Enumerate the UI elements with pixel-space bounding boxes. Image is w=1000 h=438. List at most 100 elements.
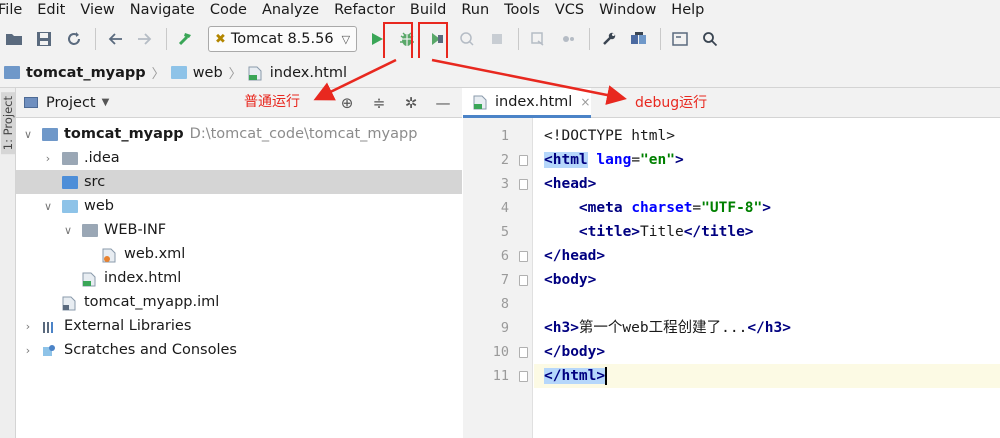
tree-item-src[interactable]: src: [16, 170, 462, 194]
forward-arrow-icon[interactable]: [133, 27, 157, 51]
vcs-icon[interactable]: [556, 27, 580, 51]
code-editor[interactable]: <!DOCTYPE html> <html lang="en"> <head> …: [534, 118, 1000, 438]
menu-navigate[interactable]: Navigate: [123, 0, 203, 20]
line-number: 1: [500, 128, 509, 144]
close-icon[interactable]: ×: [580, 95, 590, 109]
terminal-icon[interactable]: [668, 27, 692, 51]
breadcrumb-project[interactable]: tomcat_myapp: [4, 65, 146, 81]
menu-window[interactable]: Window: [592, 0, 664, 20]
tree-item-scratches[interactable]: › Scratches and Consoles: [16, 338, 462, 362]
line-number: 5: [500, 224, 509, 240]
breadcrumb-file[interactable]: 〉 index.html: [223, 63, 347, 83]
tab-index-html[interactable]: index.html ×: [463, 88, 591, 118]
line-number: 11: [492, 368, 509, 384]
dropdown-triangle-icon: ▼: [101, 97, 110, 108]
scratches-icon: [42, 344, 58, 357]
toolbar-separator: [589, 28, 591, 50]
tree-item-iml[interactable]: tomcat_myapp.iml: [16, 290, 462, 314]
tree-item-external-libraries[interactable]: › External Libraries: [16, 314, 462, 338]
project-structure-icon[interactable]: [627, 27, 651, 51]
fold-marker-icon[interactable]: [519, 251, 528, 262]
breadcrumb-chevron-icon: 〉: [228, 67, 242, 82]
tree-item-web-xml[interactable]: web.xml: [16, 242, 462, 266]
html-file-icon: [82, 272, 98, 286]
tree-item-project-root[interactable]: ∨ tomcat_myapp D:\tomcat_code\tomcat_mya…: [16, 122, 462, 146]
line-number: 3: [500, 176, 509, 192]
collapse-arrow-icon[interactable]: ›: [22, 344, 34, 357]
open-folder-icon[interactable]: [2, 27, 26, 51]
fold-marker-icon[interactable]: [519, 371, 528, 382]
tree-item-web[interactable]: ∨ web: [16, 194, 462, 218]
menu-run[interactable]: Run: [454, 0, 497, 20]
menu-tools[interactable]: Tools: [497, 0, 548, 20]
locate-target-icon[interactable]: ⊕: [336, 92, 358, 114]
text-caret: [605, 367, 608, 385]
line-number: 4: [500, 200, 509, 216]
project-panel-header: Project ▼ 普通运行 ⊕ ≑ ✲ —: [16, 88, 462, 118]
collapse-arrow-icon[interactable]: ›: [42, 152, 54, 165]
code-line-1: <!DOCTYPE html>: [544, 128, 675, 144]
menu-file[interactable]: File: [0, 0, 30, 20]
fold-marker-icon[interactable]: [519, 155, 528, 166]
menu-build[interactable]: Build: [403, 0, 454, 20]
xml-file-icon: [102, 248, 118, 262]
expand-arrow-icon[interactable]: ∨: [22, 128, 34, 141]
fold-marker-icon[interactable]: [519, 179, 528, 190]
expand-arrow-icon[interactable]: ∨: [42, 200, 54, 213]
sync-icon[interactable]: [62, 27, 86, 51]
toolbar-separator: [95, 28, 96, 50]
menu-help[interactable]: Help: [664, 0, 712, 20]
project-tool-window-button[interactable]: 1: Project: [1, 92, 15, 155]
project-folder-icon: [4, 66, 20, 79]
main-toolbar: ✖ Tomcat 8.5.56 ▽: [0, 20, 1000, 58]
menu-refactor[interactable]: Refactor: [327, 0, 403, 20]
expand-arrow-icon[interactable]: ∨: [62, 224, 74, 237]
run-configuration-label: Tomcat 8.5.56: [230, 31, 334, 47]
tree-item-web-inf[interactable]: ∨ WEB-INF: [16, 218, 462, 242]
editor-gutter: 1 2 3 4 5 6 7 8 9 10 11: [463, 118, 533, 438]
fold-marker-icon[interactable]: [519, 347, 528, 358]
normal-run-annotation: 普通运行: [244, 94, 300, 110]
menu-analyze[interactable]: Analyze: [255, 0, 327, 20]
line-number: 8: [500, 296, 509, 312]
fold-marker-icon[interactable]: [519, 275, 528, 286]
build-hammer-icon[interactable]: [174, 27, 198, 51]
stop-icon[interactable]: [485, 27, 509, 51]
code-line-7: <body>: [544, 272, 597, 288]
run-configuration-selector[interactable]: ✖ Tomcat 8.5.56 ▽: [208, 26, 358, 52]
tomcat-icon: ✖: [215, 31, 226, 47]
code-line-10: </body>: [544, 344, 606, 360]
gear-icon[interactable]: ✲: [400, 92, 422, 114]
code-line-2: <html lang="en">: [544, 152, 684, 168]
code-line-4: <meta charset="UTF-8">: [578, 200, 771, 216]
project-view-selector[interactable]: Project ▼: [16, 95, 109, 111]
debug-run-annotation: debug运行: [635, 95, 708, 111]
search-icon[interactable]: [698, 27, 722, 51]
minimize-icon[interactable]: —: [432, 92, 454, 114]
run-highlight-box: [383, 22, 413, 60]
debug-highlight-box: [418, 22, 448, 60]
tree-item-idea[interactable]: › .idea: [16, 146, 462, 170]
save-icon[interactable]: [32, 27, 56, 51]
breadcrumb-folder[interactable]: 〉 web: [146, 63, 223, 83]
line-number: 2: [500, 152, 509, 168]
menu-code[interactable]: Code: [203, 0, 255, 20]
source-folder-icon: [62, 175, 78, 189]
profile-icon[interactable]: [455, 27, 479, 51]
collapse-arrow-icon[interactable]: ›: [22, 320, 34, 333]
html-file-icon: [248, 66, 264, 81]
menu-edit[interactable]: Edit: [30, 0, 73, 20]
toolbar-separator: [518, 28, 520, 50]
menu-bar: File Edit View Navigate Code Analyze Ref…: [0, 0, 1000, 20]
tree-item-index-html[interactable]: index.html: [16, 266, 462, 290]
menu-view[interactable]: View: [73, 0, 122, 20]
back-arrow-icon[interactable]: [103, 27, 127, 51]
attach-debugger-icon[interactable]: [526, 27, 550, 51]
menu-vcs[interactable]: VCS: [548, 0, 592, 20]
folder-icon: [82, 223, 98, 237]
editor-tab-bar: index.html × debug运行: [463, 88, 1000, 118]
collapse-all-icon[interactable]: ≑: [368, 92, 390, 114]
web-folder-icon: [62, 199, 78, 213]
code-line-3: <head>: [544, 176, 597, 192]
settings-wrench-icon[interactable]: [597, 27, 621, 51]
